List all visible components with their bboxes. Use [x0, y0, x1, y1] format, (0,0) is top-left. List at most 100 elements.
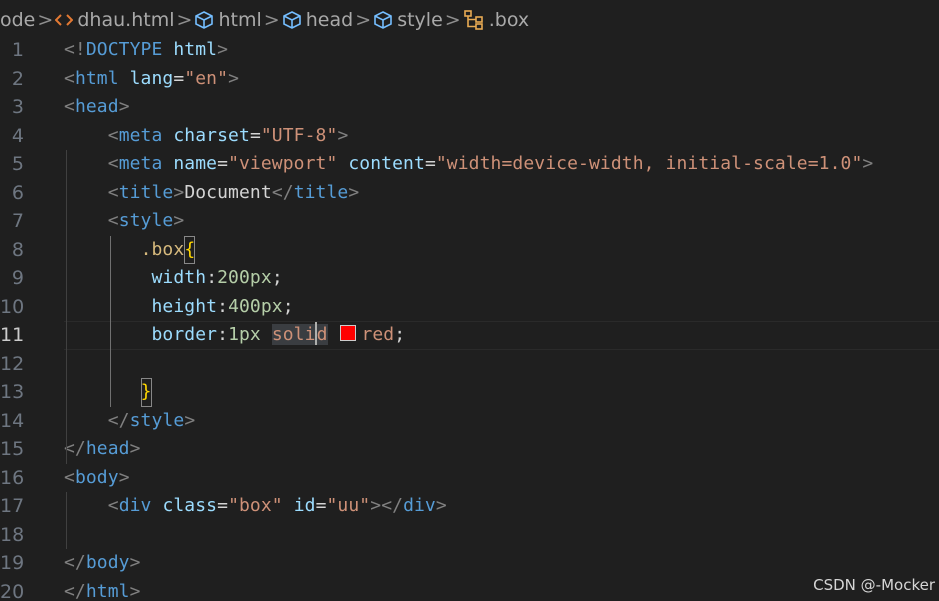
breadcrumb-item-html[interactable]: html	[194, 9, 262, 31]
token-tag: div	[118, 495, 152, 516]
breadcrumb-item-selector[interactable]: .box	[463, 9, 529, 31]
breadcrumb-separator: >	[37, 9, 54, 31]
token-text: Document	[184, 181, 272, 203]
code-content: </html>	[64, 578, 141, 601]
code-line[interactable]: 4 <meta charset="UTF-8">	[0, 122, 939, 151]
token-punctuation: >	[348, 181, 360, 203]
code-line[interactable]: 10 height:400px;	[0, 293, 939, 322]
token-punctuation: <	[107, 181, 119, 203]
code-line[interactable]: 16 <body>	[0, 464, 939, 493]
breadcrumb-label: .box	[488, 9, 530, 31]
symbol-cube-icon	[282, 10, 302, 30]
code-line-active[interactable]: 11 border:1px solid red;	[0, 321, 939, 350]
line-number: 12	[0, 352, 25, 375]
code-line[interactable]: 12	[0, 350, 939, 379]
code-line[interactable]: 7 <style>	[0, 207, 939, 236]
code-content: <title>Document</title>	[64, 179, 359, 208]
token-operator: :	[217, 295, 229, 317]
token-punctuation: >	[217, 39, 229, 60]
token-punctuation: >	[129, 552, 141, 573]
code-content: <html lang="en">	[64, 65, 239, 94]
token-punctuation: <	[64, 96, 75, 117]
html-file-icon	[55, 13, 74, 27]
code-line[interactable]: 14 </style>	[0, 407, 939, 436]
token-operator: =	[173, 67, 185, 89]
token-operator: ;	[394, 324, 406, 345]
code-line[interactable]: 9 width:200px;	[0, 264, 939, 293]
watermark: CSDN @-Mocker	[813, 576, 935, 594]
token-punctuation: >	[435, 495, 447, 516]
line-number: 3	[11, 96, 24, 118]
token-punctuation: >	[173, 210, 185, 231]
code-line[interactable]: 19 </body>	[0, 549, 939, 578]
token-punctuation: <!	[64, 39, 86, 60]
code-line[interactable]: 2 <html lang="en">	[0, 65, 939, 94]
token-punctuation: <	[107, 153, 119, 174]
breadcrumb-separator: >	[355, 9, 372, 31]
breadcrumb-label: html	[218, 9, 262, 31]
code-line[interactable]: 3 <head>	[0, 93, 939, 122]
code-content: <style>	[64, 207, 184, 236]
token-selector: .box	[140, 238, 185, 260]
code-editor[interactable]: 1 <!DOCTYPE html> 2 <html lang="en"> 3 <…	[0, 36, 939, 601]
code-line[interactable]: 13 }	[0, 378, 939, 407]
token-tag: head	[74, 96, 119, 117]
code-line[interactable]: 5 <meta name="viewport" content="width=d…	[0, 150, 939, 179]
token-punctuation: >	[173, 181, 185, 203]
code-line[interactable]: 20 </html>	[0, 578, 939, 601]
breadcrumb-item-style[interactable]: style	[373, 9, 443, 31]
token-punctuation: <	[64, 67, 75, 89]
code-line[interactable]: 8 .box{	[0, 235, 939, 264]
breadcrumb-label: head	[305, 9, 354, 31]
breadcrumb-item-head[interactable]: head	[282, 9, 353, 31]
token-string: "box"	[228, 495, 283, 516]
token-tag: body	[85, 552, 130, 573]
line-number: 19	[0, 552, 25, 574]
breadcrumb-separator: >	[176, 9, 193, 31]
line-number: 15	[0, 438, 25, 460]
token-tag: title	[118, 181, 174, 203]
token-punctuation: </	[271, 181, 294, 203]
breadcrumb-item-file[interactable]: dhau.html	[55, 9, 174, 31]
token-attribute: html	[173, 39, 218, 60]
indent-guide	[66, 150, 67, 464]
token-punctuation: <	[107, 495, 119, 516]
line-number: 14	[0, 409, 25, 432]
code-content: height:400px;	[64, 293, 294, 322]
line-number: 6	[11, 181, 24, 204]
code-line[interactable]: 17 <div class="box" id="uu"></div>	[0, 492, 939, 521]
token-string: "UTF-8"	[260, 124, 338, 146]
code-line[interactable]: 18	[0, 521, 939, 550]
token-operator: =	[315, 495, 327, 516]
code-line[interactable]: 1 <!DOCTYPE html>	[0, 36, 939, 65]
line-number: 7	[11, 210, 24, 232]
token-string: "width=device-width, initial-scale=1.0"	[435, 153, 863, 174]
token-string: "viewport"	[228, 153, 338, 174]
code-line[interactable]: 6 <title>Document</title>	[0, 179, 939, 208]
symbol-cube-icon	[373, 10, 393, 30]
token-punctuation: >	[118, 96, 130, 117]
line-number: 16	[0, 466, 25, 489]
code-line[interactable]: 15 </head>	[0, 435, 939, 464]
symbol-cube-icon	[194, 10, 214, 30]
token-attribute: class	[162, 495, 218, 516]
breadcrumb-label: dhau.html	[77, 9, 175, 31]
breadcrumb: ode > dhau.html > html > head > style > …	[0, 0, 939, 40]
breadcrumb-item-folder[interactable]: ode	[0, 9, 35, 31]
line-number: 17	[0, 495, 25, 517]
token-tag: DOCTYPE	[85, 39, 163, 60]
token-value: d	[316, 324, 328, 345]
token-operator: =	[217, 495, 229, 516]
token-punctuation: >	[129, 580, 141, 601]
line-number: 11	[0, 324, 25, 346]
token-operator: :	[217, 324, 229, 345]
token-tag: title	[293, 181, 349, 203]
line-number: 18	[0, 523, 25, 546]
line-number: 1	[11, 39, 24, 61]
token-operator: =	[217, 153, 229, 174]
token-number: 400px	[228, 295, 283, 317]
color-swatch[interactable]	[340, 325, 357, 341]
token-attribute: charset	[173, 124, 250, 146]
token-number: 1px	[228, 324, 261, 345]
code-content: <!DOCTYPE html>	[64, 36, 228, 65]
